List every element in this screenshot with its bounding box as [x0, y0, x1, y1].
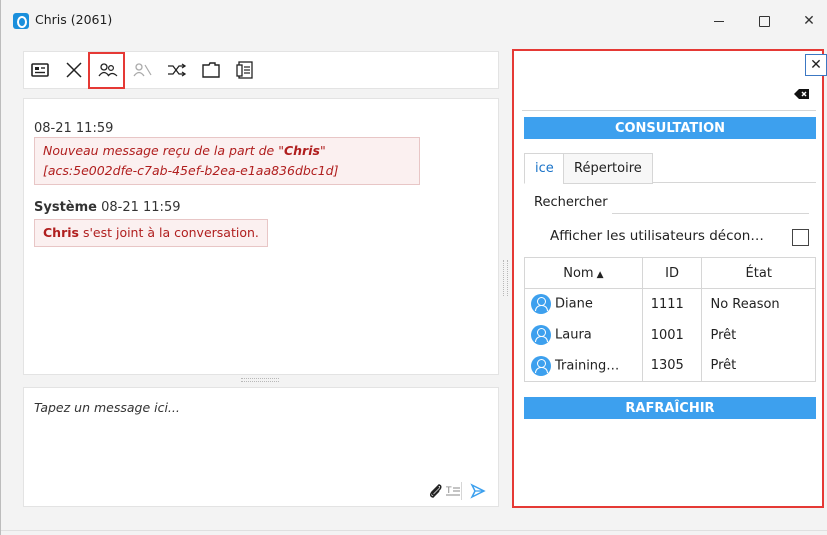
send-icon[interactable]: [469, 482, 487, 500]
message-header: Système 08-21 11:59: [34, 200, 180, 215]
tab-repertoire[interactable]: Répertoire: [563, 153, 653, 184]
refresh-button[interactable]: RAFRAÎCHIR: [524, 397, 816, 419]
joined-user-name: Chris: [43, 225, 79, 240]
user-state-cell: Prêt: [701, 350, 816, 382]
show-disconnected-checkbox[interactable]: [792, 229, 809, 246]
vertical-splitter-handle[interactable]: [503, 260, 508, 296]
app-logo-icon: [13, 13, 29, 29]
message-text: Nouveau message reçu de la part de ": [43, 143, 284, 158]
compose-divider: [461, 482, 462, 500]
column-header-state[interactable]: État: [701, 257, 816, 289]
user-name-cell: Laura: [524, 319, 643, 351]
transfer-icon[interactable]: [166, 59, 188, 81]
backspace-clear-icon[interactable]: [794, 85, 810, 104]
user-id-cell: 1001: [642, 319, 703, 351]
chat-window: Chris (2061) ✕ 08-21 11:59 Nouveau messa…: [0, 0, 827, 535]
show-disconnected-label: Afficher les utilisateurs décon…: [550, 228, 764, 244]
join-message-bubble: Chris s'est joint à la conversation.: [34, 219, 268, 247]
user-name-cell: Diane: [524, 288, 643, 320]
notes-icon[interactable]: [234, 59, 256, 81]
message-sender: Système: [34, 200, 97, 215]
text-format-icon[interactable]: T: [444, 482, 462, 500]
horizontal-splitter-handle[interactable]: [241, 378, 279, 382]
user-id-cell: 1305: [642, 350, 703, 382]
folder-icon[interactable]: [200, 59, 222, 81]
message-conversation-id: [acs:5e002dfe-c7ab-45ef-b2ea-e1aa836dbc1…: [43, 163, 339, 178]
sort-ascending-icon: ▲: [596, 269, 604, 280]
message-timestamp: 08-21 11:59: [101, 200, 181, 215]
consultation-tabs: ice Répertoire: [524, 153, 816, 184]
window-title: Chris (2061): [35, 12, 113, 27]
end-conversation-icon[interactable]: [63, 59, 85, 81]
table-row[interactable]: Laura 1001 Prêt: [524, 319, 816, 351]
user-icon: [531, 294, 551, 315]
user-icon: [531, 355, 551, 376]
table-header-row: Nom ▲ ID État: [524, 257, 816, 289]
title-bar: Chris (2061) ✕: [1, 0, 827, 42]
attachment-icon[interactable]: [427, 482, 445, 500]
message-timestamp: 08-21 11:59: [34, 121, 114, 136]
message-input[interactable]: Tapez un message ici...: [34, 400, 180, 415]
chat-transcript: 08-21 11:59 Nouveau message reçu de la p…: [23, 98, 499, 375]
tab-ice[interactable]: ice: [524, 153, 565, 184]
user-id-cell: 1111: [642, 288, 703, 320]
user-icon: [531, 325, 551, 345]
user-state-cell: Prêt: [701, 319, 816, 351]
message-text: s'est joint à la conversation.: [78, 225, 259, 240]
contact-card-icon[interactable]: [29, 59, 51, 81]
maximize-button[interactable]: [744, 6, 784, 36]
user-state-cell: No Reason: [701, 288, 816, 320]
window-close-button[interactable]: ✕: [789, 6, 827, 36]
consult-button-highlight: [88, 52, 125, 89]
search-label: Rechercher: [534, 194, 608, 210]
message-compose-area[interactable]: Tapez un message ici... T: [23, 387, 499, 507]
consultation-header: CONSULTATION: [524, 117, 816, 139]
column-header-id[interactable]: ID: [642, 257, 703, 289]
users-table: Nom ▲ ID État Diane 1111 No Reason Laura …: [524, 257, 816, 382]
window-bottom-edge: [1, 530, 827, 531]
table-row[interactable]: Training… 1305 Prêt: [524, 350, 816, 382]
message-text-suffix: ": [319, 143, 326, 158]
conference-icon: [132, 59, 154, 81]
close-icon: ✕: [810, 57, 822, 73]
minimize-button[interactable]: [699, 6, 739, 36]
user-name-cell: Training…: [524, 350, 643, 382]
message-sender-name: Chris: [283, 143, 320, 158]
consultation-panel: ✕ CONSULTATION ice Répertoire Rechercher…: [512, 49, 827, 508]
panel-divider: [522, 110, 816, 111]
system-message-bubble: Nouveau message reçu de la part de "Chri…: [34, 137, 420, 185]
search-input[interactable]: [612, 190, 809, 214]
table-row[interactable]: Diane 1111 No Reason: [524, 288, 816, 320]
column-header-name[interactable]: Nom ▲: [524, 257, 643, 289]
panel-close-button[interactable]: ✕: [805, 54, 827, 76]
